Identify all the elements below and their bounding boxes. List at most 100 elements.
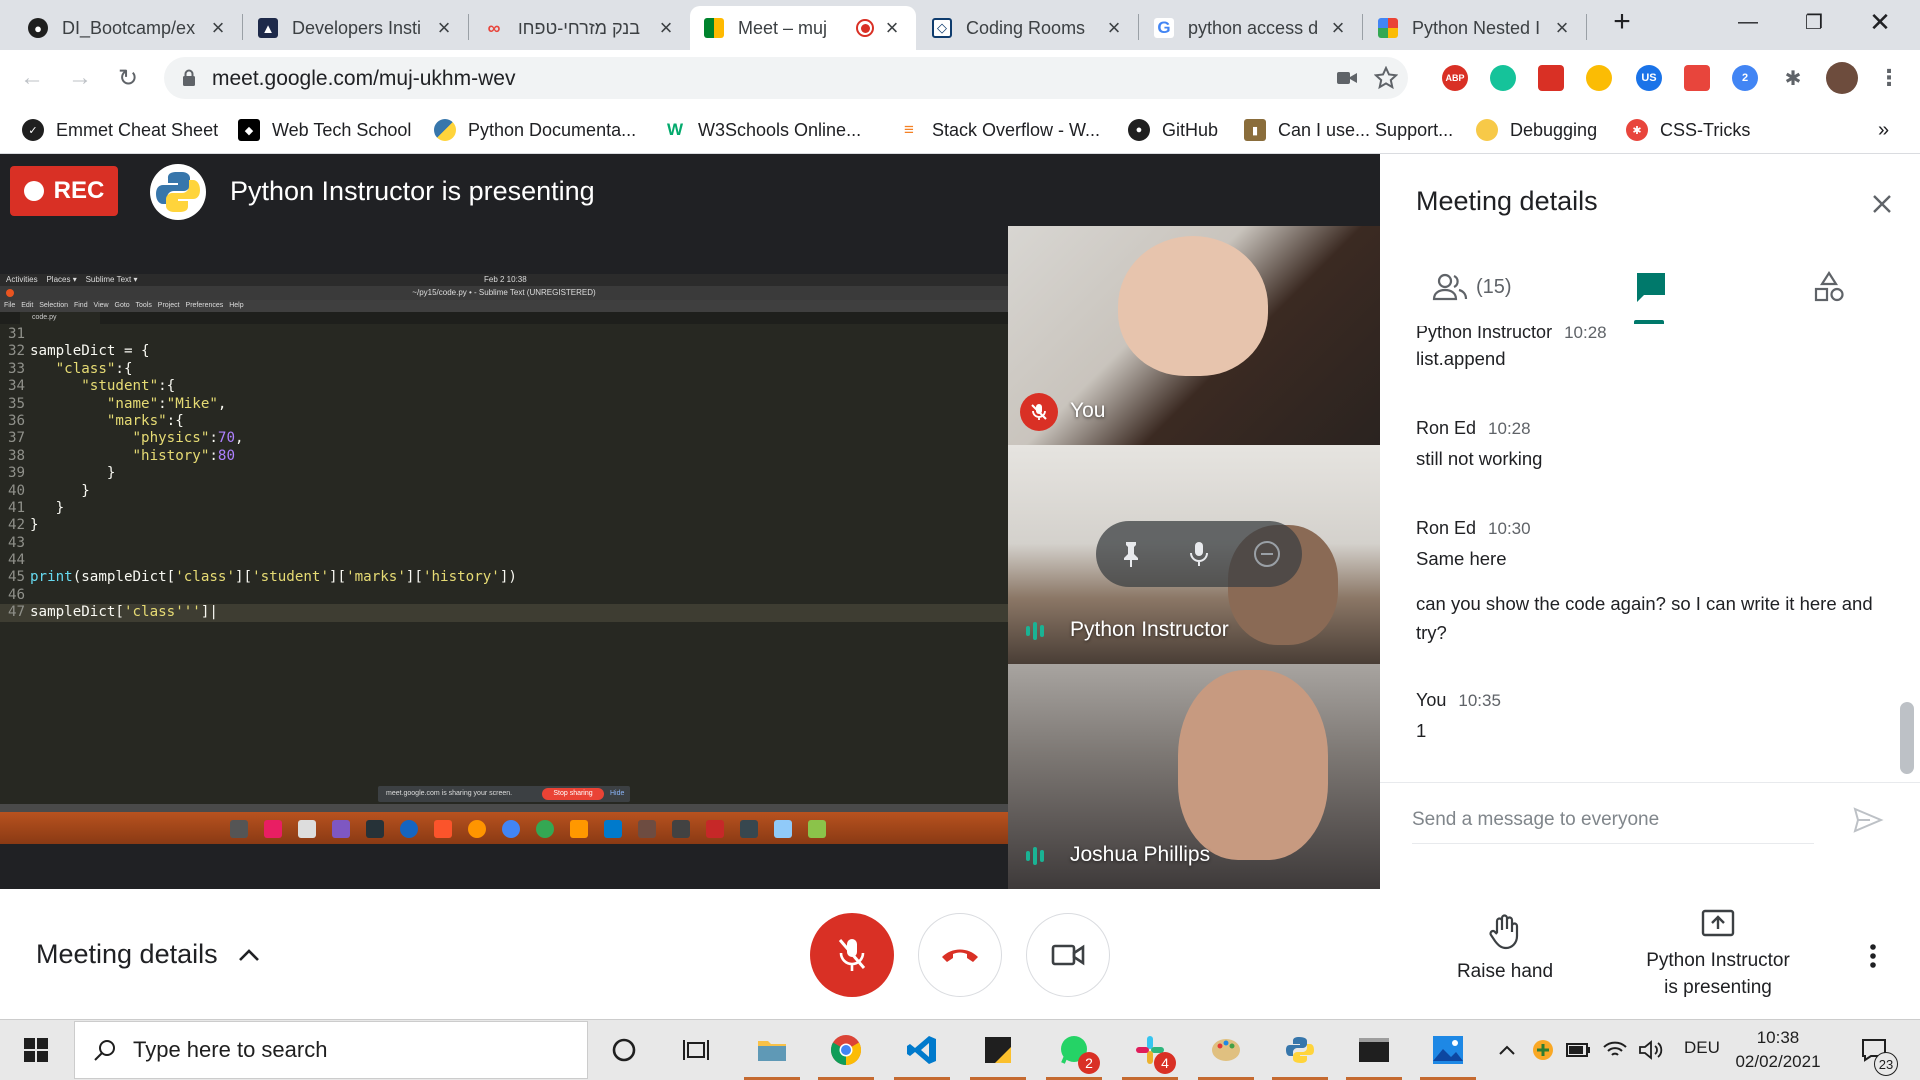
pin-icon[interactable] xyxy=(1114,537,1148,571)
browser-tab-active[interactable]: Meet – muj × xyxy=(690,6,916,50)
more-options-button[interactable] xyxy=(1858,941,1888,971)
avatar[interactable] xyxy=(1826,62,1858,94)
camera-toggle-button[interactable] xyxy=(1026,913,1110,997)
presenting-label-line2: is presenting xyxy=(1664,977,1772,998)
slack-taskbar-icon[interactable]: 4 xyxy=(1122,1030,1178,1080)
code-line: 45 print(sampleDict['class']['student']['… xyxy=(8,569,517,586)
puzzle-icon[interactable]: ✱ xyxy=(1780,65,1806,91)
start-button[interactable] xyxy=(16,1030,56,1070)
adblock-icon[interactable]: ABP xyxy=(1442,65,1468,91)
ubuntu-activities: Activities Places ▾ Sublime Text ▾ xyxy=(6,275,138,284)
close-icon[interactable]: × xyxy=(882,15,902,41)
bookmark-item[interactable]: ▮ Can I use... Support... xyxy=(1244,116,1453,144)
bookmark-item[interactable]: W W3Schools Online... xyxy=(664,116,861,144)
python-taskbar-icon[interactable] xyxy=(1272,1030,1328,1080)
mic-off-icon xyxy=(838,939,866,971)
code-line: 40 } xyxy=(8,482,90,499)
input-language[interactable]: DEU xyxy=(1684,1038,1720,1058)
tray-app-icon[interactable] xyxy=(1528,1030,1558,1070)
bookmark-item[interactable]: ● GitHub xyxy=(1128,116,1218,144)
wifi-icon[interactable] xyxy=(1600,1030,1630,1070)
new-tab-button[interactable]: + xyxy=(1594,0,1650,44)
windows-taskbar: Type here to search 2 4 DEU 10:38 02/02/… xyxy=(0,1019,1920,1080)
close-icon[interactable]: × xyxy=(208,15,228,41)
file-explorer-taskbar-icon[interactable] xyxy=(744,1030,800,1080)
vscode-taskbar-icon[interactable] xyxy=(894,1030,950,1080)
meet-stage: REC Python Instructor is presenting Acti… xyxy=(0,154,1380,889)
paint-taskbar-icon[interactable] xyxy=(1198,1030,1254,1080)
browser-tab[interactable]: ◇ Coding Rooms × xyxy=(918,6,1138,50)
grammarly-icon[interactable] xyxy=(1490,65,1516,91)
close-icon[interactable]: × xyxy=(1104,15,1124,41)
back-button[interactable]: ← xyxy=(14,60,50,96)
leave-call-button[interactable] xyxy=(918,913,1002,997)
folder-icon xyxy=(758,1041,786,1061)
browser-tab[interactable]: ● DI_Bootcamp/ex × xyxy=(14,6,242,50)
chat-scrollbar[interactable] xyxy=(1900,702,1914,774)
window-close-button[interactable]: ✕ xyxy=(1852,0,1908,44)
mic-toggle-button[interactable] xyxy=(810,913,894,997)
task-view-button[interactable] xyxy=(676,1030,716,1070)
taskbar-search-box[interactable]: Type here to search xyxy=(74,1021,588,1079)
meeting-details-button[interactable]: Meeting details xyxy=(36,939,260,970)
send-button[interactable] xyxy=(1852,804,1888,840)
tab-activities[interactable] xyxy=(1812,270,1846,304)
close-icon[interactable]: × xyxy=(1328,15,1348,41)
bookmarks-overflow-button[interactable]: » xyxy=(1878,116,1889,144)
minimize-button[interactable]: — xyxy=(1720,0,1776,44)
volume-icon[interactable] xyxy=(1636,1030,1666,1070)
bookmark-item[interactable]: ✓ Emmet Cheat Sheet xyxy=(22,116,218,144)
battery-icon[interactable] xyxy=(1564,1030,1594,1070)
whatsapp-taskbar-icon[interactable]: 2 xyxy=(1046,1030,1102,1080)
close-icon[interactable]: × xyxy=(656,15,676,41)
chrome-taskbar-icon[interactable] xyxy=(818,1030,874,1080)
tab-chat[interactable] xyxy=(1634,270,1668,304)
action-center-button[interactable]: 23 xyxy=(1852,1030,1898,1076)
taskbar-clock[interactable]: 10:38 02/02/2021 xyxy=(1728,1026,1828,1074)
chat-message-input[interactable] xyxy=(1412,802,1812,838)
browser-tab[interactable]: Python Nested I × xyxy=(1364,6,1586,50)
browser-tab[interactable]: ∞ בנק מזרחי-טפחו × xyxy=(470,6,690,50)
screenshot-icon[interactable] xyxy=(1684,65,1710,91)
participant-tile-joshua-phillips[interactable]: Joshua Phillips xyxy=(1008,664,1380,889)
pocket-icon[interactable] xyxy=(1538,65,1564,91)
tab-title: DI_Bootcamp/ex xyxy=(62,17,196,38)
mute-participant-icon[interactable] xyxy=(1182,537,1216,571)
forward-button[interactable]: → xyxy=(62,60,98,96)
dock-app-icon xyxy=(366,820,384,838)
close-icon[interactable]: × xyxy=(1552,15,1572,41)
tab-people[interactable]: (15) xyxy=(1432,270,1512,304)
remove-participant-icon[interactable] xyxy=(1250,537,1284,571)
bookmark-star-icon[interactable] xyxy=(1374,66,1398,90)
browser-tab[interactable]: G python access d × xyxy=(1140,6,1362,50)
cortana-button[interactable] xyxy=(604,1030,644,1070)
photos-taskbar-icon[interactable] xyxy=(1420,1030,1476,1080)
extension-badge-icon[interactable]: 2 xyxy=(1732,65,1758,91)
bookmark-item[interactable]: ✱ CSS-Tricks xyxy=(1626,116,1750,144)
message-header: Python Instructor 10:28 xyxy=(1416,326,1607,343)
close-icon[interactable]: × xyxy=(434,15,454,41)
restore-button[interactable]: ❐ xyxy=(1786,0,1842,44)
chrome-menu-icon[interactable]: ⋮ xyxy=(1876,65,1902,91)
address-bar[interactable]: meet.google.com/muj-ukhm-wev xyxy=(164,57,1408,99)
participant-tile-you[interactable]: You xyxy=(1008,226,1380,445)
bookmark-item[interactable]: ≡ Stack Overflow - W... xyxy=(898,116,1100,144)
browser-tab[interactable]: ▲ Developers Insti × xyxy=(244,6,468,50)
extension-icon[interactable] xyxy=(1586,65,1612,91)
presenting-button[interactable]: Python Instructor is presenting xyxy=(1620,909,1816,1001)
shared-screen: Activities Places ▾ Sublime Text ▾ Feb 2… xyxy=(0,274,1008,844)
participant-tile-python-instructor[interactable]: Python Instructor xyxy=(1008,445,1380,664)
reload-button[interactable]: ↻ xyxy=(110,60,146,96)
windows-logo-icon xyxy=(24,1038,48,1062)
bookmark-item[interactable]: Python Documenta... xyxy=(434,116,636,144)
task-view-icon xyxy=(683,1040,709,1060)
show-hidden-icons-button[interactable] xyxy=(1492,1030,1522,1070)
terminal-taskbar-icon[interactable] xyxy=(1346,1030,1402,1080)
camera-icon[interactable] xyxy=(1336,69,1358,87)
vpn-icon[interactable]: US xyxy=(1636,65,1662,91)
bookmark-item[interactable]: Debugging xyxy=(1476,116,1597,144)
bookmark-item[interactable]: ◆ Web Tech School xyxy=(238,116,411,144)
close-panel-button[interactable] xyxy=(1862,184,1902,224)
sticky-notes-taskbar-icon[interactable] xyxy=(970,1030,1026,1080)
raise-hand-button[interactable]: Raise hand xyxy=(1430,913,1580,983)
